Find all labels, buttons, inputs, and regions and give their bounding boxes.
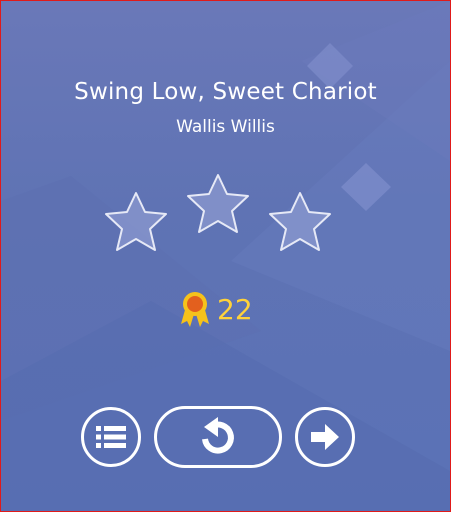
next-song-button[interactable] — [295, 407, 355, 467]
song-result-screen: Swing Low, Sweet Chariot Wallis Willis 2… — [0, 0, 451, 512]
score: 22 — [179, 290, 253, 330]
arrow-right-icon — [311, 424, 339, 450]
song-list-button[interactable] — [81, 407, 141, 467]
restart-button[interactable] — [154, 406, 282, 468]
song-title: Swing Low, Sweet Chariot — [74, 79, 377, 105]
list-icon — [96, 426, 126, 448]
song-artist: Wallis Willis — [176, 117, 275, 137]
score-value: 22 — [217, 293, 253, 326]
restart-icon — [202, 417, 234, 454]
medal-icon — [181, 292, 209, 327]
